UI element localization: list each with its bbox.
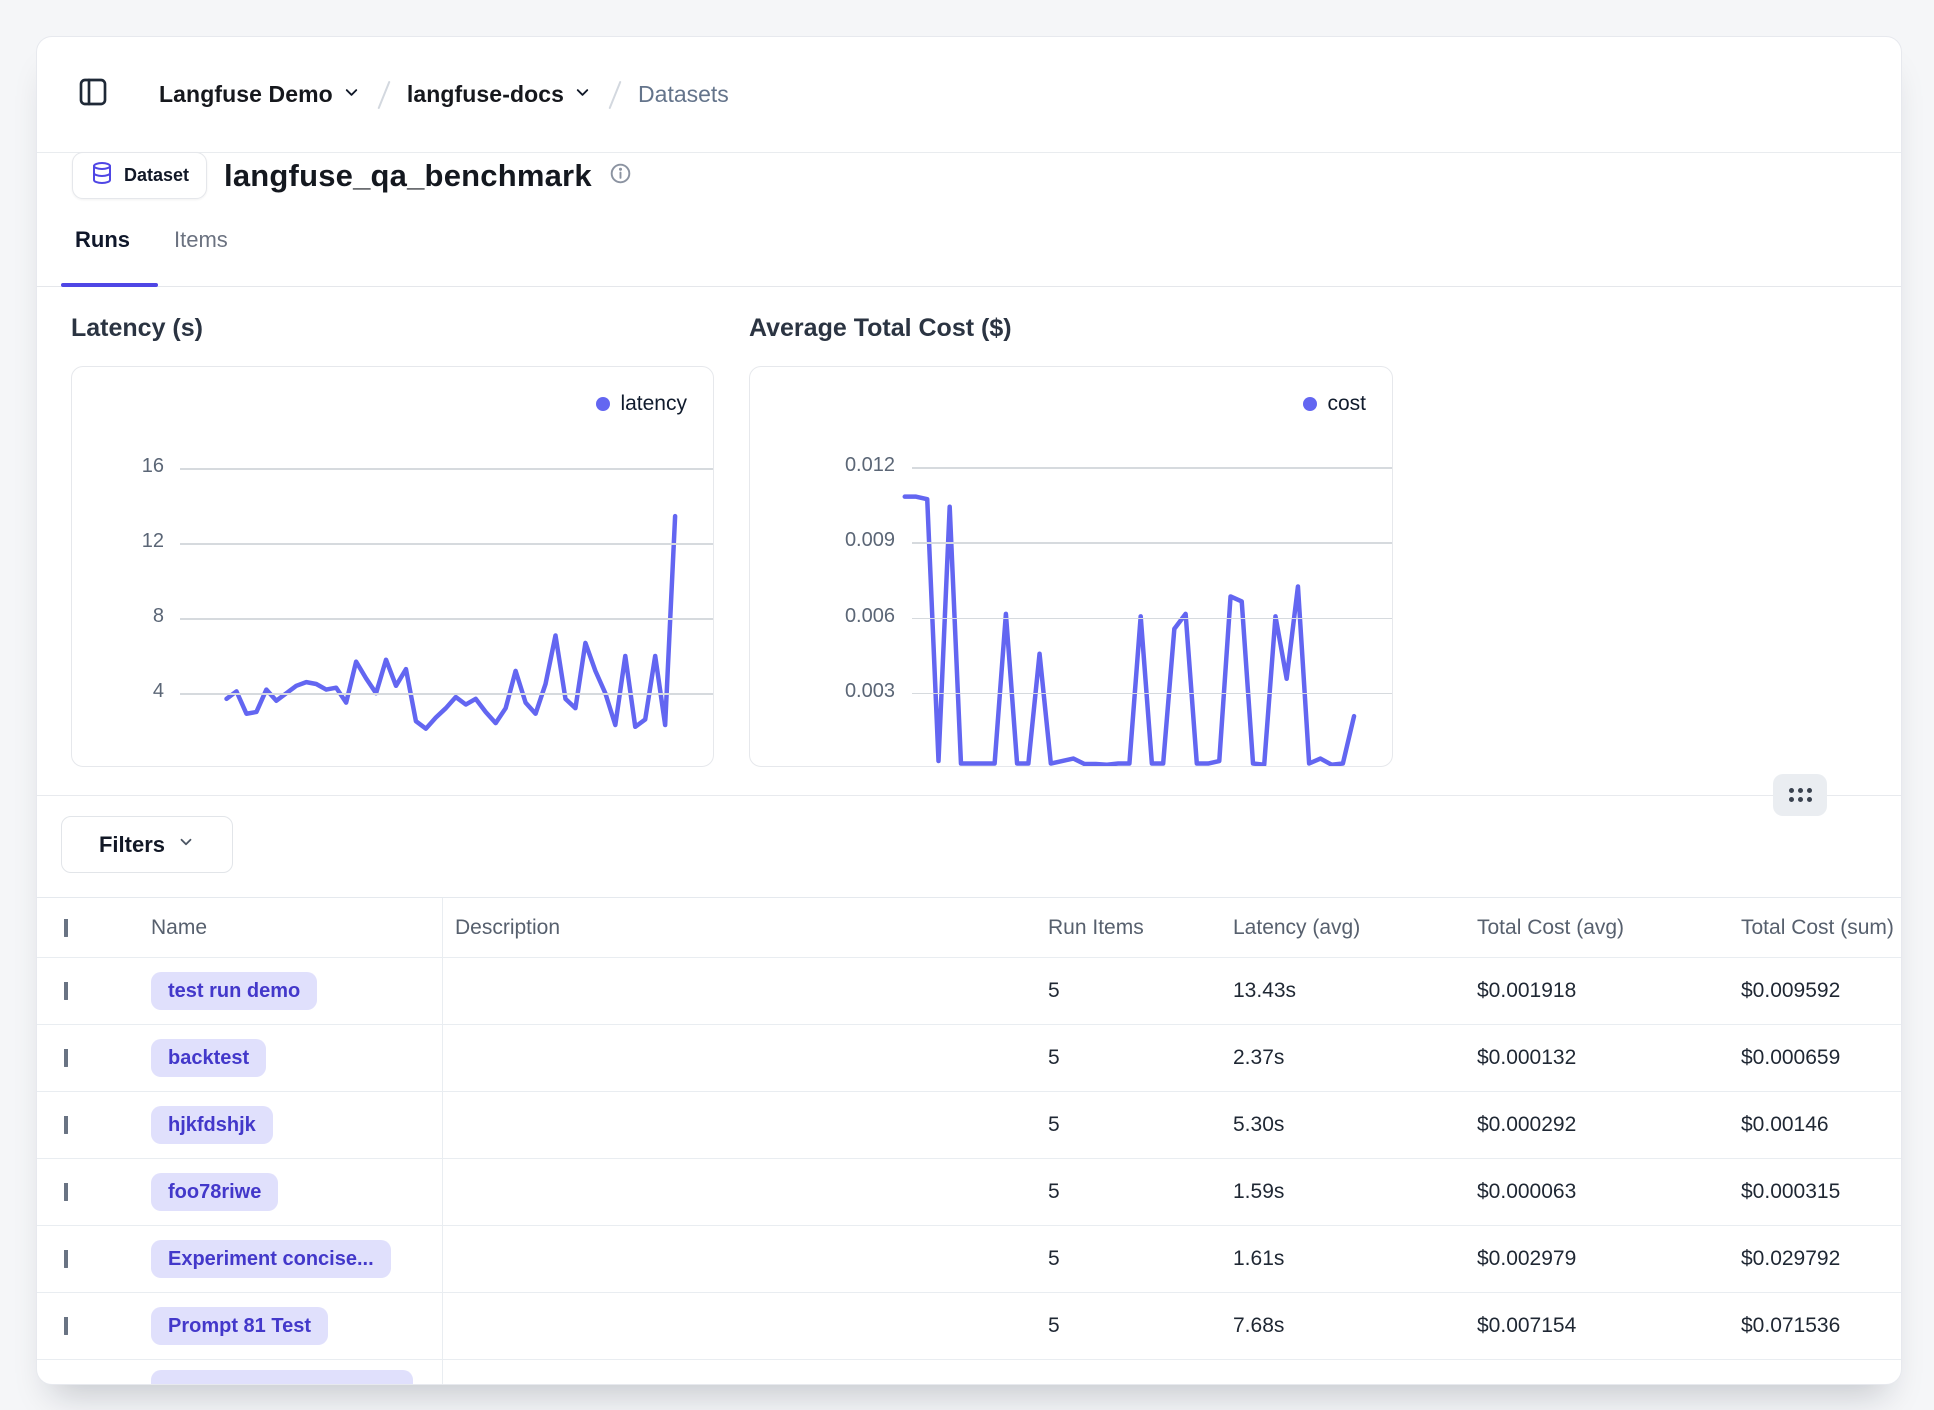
run-items-value: 5 <box>1048 1113 1060 1136</box>
column-header-description: Description <box>455 916 560 939</box>
grip-dots-icon <box>1789 788 1812 802</box>
latency-avg-value: 13.43s <box>1233 979 1296 1002</box>
table-row: Prompt 81 Test 5 7.68s $0.007154 $0.0715… <box>37 1293 1901 1360</box>
total-cost-avg-value: $0.001918 <box>1477 979 1576 1002</box>
run-name-pill[interactable]: foo78riwe <box>151 1173 278 1211</box>
run-name-pill[interactable]: Prompt 81 Test <box>151 1307 328 1345</box>
table-row: test run demo 5 13.43s $0.001918 $0.0095… <box>37 958 1901 1025</box>
sidebar-toggle-button[interactable] <box>71 73 115 117</box>
chart-legend: cost <box>1303 392 1366 416</box>
legend-dot-icon <box>596 397 610 411</box>
total-cost-sum-value: $0.000315 <box>1741 1180 1840 1203</box>
legend-label: cost <box>1327 392 1366 416</box>
run-items-value: 5 <box>1048 979 1060 1002</box>
filters-button-label: Filters <box>99 832 165 858</box>
chart-title-latency: Latency (s) <box>71 314 203 343</box>
breadcrumb: Langfuse Demo langfuse-docs Datasets <box>37 37 1901 153</box>
total-cost-sum-value: $0.071536 <box>1741 1314 1840 1337</box>
run-name-pill[interactable]: hjkfdshjk <box>151 1106 273 1144</box>
column-header-run-items: Run Items <box>1048 916 1144 939</box>
dataset-title-row: Dataset langfuse_qa_benchmark <box>72 152 632 199</box>
table-row-partial <box>37 1360 1901 1385</box>
latency-avg-value: 2.37s <box>1233 1046 1284 1069</box>
run-name-pill[interactable]: backtest <box>151 1039 266 1077</box>
database-icon <box>90 161 114 190</box>
run-items-value: 5 <box>1048 1247 1060 1270</box>
dataset-window: Langfuse Demo langfuse-docs Datasets <box>36 36 1902 1385</box>
active-tab-underline <box>61 283 158 287</box>
run-name-pill[interactable] <box>151 1370 413 1385</box>
column-header-total-cost-avg: Total Cost (avg) <box>1477 916 1624 939</box>
row-checkbox[interactable] <box>64 1049 68 1067</box>
select-all-checkbox[interactable] <box>64 919 68 937</box>
cost-line-plot <box>750 367 1392 766</box>
tabs-divider <box>37 286 1901 287</box>
legend-label: latency <box>620 392 687 416</box>
table-header-row: Name Description Run Items Latency (avg)… <box>37 898 1901 958</box>
table-row: foo78riwe 5 1.59s $0.000063 $0.000315 <box>37 1159 1901 1226</box>
row-checkbox[interactable] <box>64 1183 68 1201</box>
latency-line-plot <box>72 367 713 766</box>
row-checkbox[interactable] <box>64 1250 68 1268</box>
column-header-name: Name <box>151 916 207 940</box>
tab-items[interactable]: Items <box>174 227 228 253</box>
chevron-down-icon <box>342 83 361 107</box>
total-cost-sum-value: $0.009592 <box>1741 979 1840 1002</box>
column-header-latency-avg: Latency (avg) <box>1233 916 1360 939</box>
resize-grip-handle[interactable] <box>1773 774 1827 816</box>
breadcrumb-org[interactable]: Langfuse Demo <box>159 81 361 108</box>
total-cost-avg-value: $0.002979 <box>1477 1247 1576 1270</box>
latency-avg-value: 7.68s <box>1233 1314 1284 1337</box>
info-icon[interactable] <box>609 162 632 190</box>
breadcrumb-separator <box>609 80 622 109</box>
page-title: langfuse_qa_benchmark <box>224 158 592 194</box>
runs-table: Name Description Run Items Latency (avg)… <box>37 897 1901 1384</box>
column-header-total-cost-sum: Total Cost (sum) <box>1741 916 1894 939</box>
run-items-value: 5 <box>1048 1180 1060 1203</box>
section-divider <box>37 795 1901 796</box>
total-cost-sum-value: $0.000659 <box>1741 1046 1840 1069</box>
breadcrumb-page-label[interactable]: Datasets <box>638 81 729 108</box>
cost-chart: cost 0.0030.0060.0090.012 <box>749 366 1393 767</box>
total-cost-sum-value: $0.00146 <box>1741 1113 1829 1136</box>
run-name-pill[interactable]: Experiment concise... <box>151 1240 391 1278</box>
tab-runs[interactable]: Runs <box>75 227 130 253</box>
filters-button[interactable]: Filters <box>61 816 233 873</box>
dataset-badge-label: Dataset <box>124 165 189 186</box>
dataset-type-badge: Dataset <box>72 152 207 199</box>
breadcrumb-org-label: Langfuse Demo <box>159 81 333 108</box>
table-row: Experiment concise... 5 1.61s $0.002979 … <box>37 1226 1901 1293</box>
chevron-down-icon <box>573 83 592 107</box>
latency-avg-value: 1.59s <box>1233 1180 1284 1203</box>
breadcrumb-project-label: langfuse-docs <box>407 81 564 108</box>
total-cost-sum-value: $0.029792 <box>1741 1247 1840 1270</box>
chart-legend: latency <box>596 392 687 416</box>
total-cost-avg-value: $0.007154 <box>1477 1314 1576 1337</box>
table-row: hjkfdshjk 5 5.30s $0.000292 $0.00146 <box>37 1092 1901 1159</box>
latency-avg-value: 5.30s <box>1233 1113 1284 1136</box>
legend-dot-icon <box>1303 397 1317 411</box>
chart-title-cost: Average Total Cost ($) <box>749 314 1012 343</box>
row-checkbox[interactable] <box>64 1116 68 1134</box>
table-row: backtest 5 2.37s $0.000132 $0.000659 <box>37 1025 1901 1092</box>
chevron-down-icon <box>177 833 195 856</box>
run-name-pill[interactable]: test run demo <box>151 972 317 1010</box>
run-items-value: 5 <box>1048 1314 1060 1337</box>
row-checkbox[interactable] <box>64 1317 68 1335</box>
total-cost-avg-value: $0.000132 <box>1477 1046 1576 1069</box>
latency-avg-value: 1.61s <box>1233 1247 1284 1270</box>
breadcrumb-separator <box>377 80 390 109</box>
total-cost-avg-value: $0.000063 <box>1477 1180 1576 1203</box>
latency-chart: latency 481216 <box>71 366 714 767</box>
row-checkbox[interactable] <box>64 982 68 1000</box>
breadcrumb-project[interactable]: langfuse-docs <box>407 81 592 108</box>
run-items-value: 5 <box>1048 1046 1060 1069</box>
total-cost-avg-value: $0.000292 <box>1477 1113 1576 1136</box>
panel-left-icon <box>77 76 109 113</box>
